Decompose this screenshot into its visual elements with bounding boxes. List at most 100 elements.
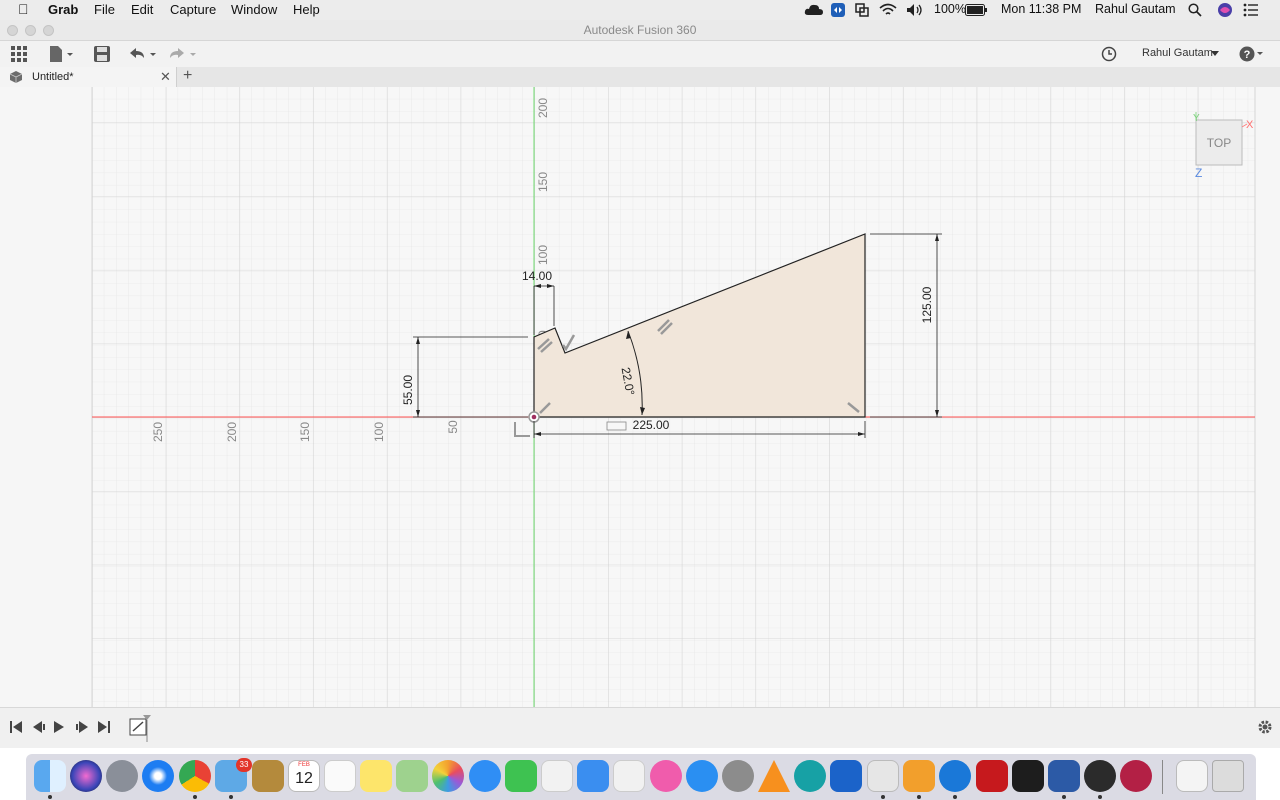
cloud-icon[interactable]: [804, 2, 824, 18]
numbers-icon[interactable]: [613, 760, 645, 792]
notification-center-icon[interactable]: [1243, 3, 1259, 17]
acrobat-icon[interactable]: [976, 760, 1008, 792]
timeline-controls: [10, 721, 110, 733]
volume-icon[interactable]: [905, 2, 925, 18]
running-indicator: [881, 795, 885, 799]
close-tab-icon[interactable]: ✕: [160, 69, 171, 85]
x-app-icon[interactable]: [1084, 760, 1116, 792]
trash-icon[interactable]: [1212, 760, 1244, 792]
calendar-icon[interactable]: FEB 12: [288, 760, 320, 792]
calendar-month: FEB: [298, 762, 310, 768]
view-cube-face-label[interactable]: TOP: [1207, 136, 1231, 150]
spotlight-search-icon[interactable]: [1188, 3, 1202, 17]
help-icon[interactable]: ?: [1238, 45, 1266, 63]
window-titlebar: Autodesk Fusion 360: [0, 20, 1280, 41]
photos-icon[interactable]: [432, 760, 464, 792]
bbedit-icon[interactable]: [830, 760, 862, 792]
dimension-top-width-value[interactable]: 14.00: [522, 269, 552, 283]
redo-icon[interactable]: [168, 45, 200, 63]
word-icon[interactable]: [1048, 760, 1080, 792]
view-cube-z-label: Z: [1195, 166, 1202, 180]
documents-stack-icon[interactable]: [1176, 760, 1208, 792]
keynote-icon[interactable]: [577, 760, 609, 792]
reminders-icon[interactable]: [324, 760, 356, 792]
textedit-icon[interactable]: [541, 760, 573, 792]
grab-icon[interactable]: [867, 760, 899, 792]
calendar-day: 12: [295, 770, 313, 787]
notes-icon[interactable]: [360, 760, 392, 792]
siri-app-icon[interactable]: [70, 760, 102, 792]
dock-divider: [1162, 760, 1163, 794]
undo-icon[interactable]: [128, 45, 160, 63]
menu-help[interactable]: Help: [293, 2, 320, 17]
system-preferences-icon[interactable]: [722, 760, 754, 792]
document-tabbar: Untitled* ✕ +: [0, 67, 1280, 88]
file-menu-icon[interactable]: [48, 45, 76, 63]
play-icon[interactable]: [54, 721, 64, 733]
ruler-label-x-200: 200: [225, 422, 239, 442]
menu-window[interactable]: Window: [231, 2, 277, 17]
vlc-icon[interactable]: [758, 760, 790, 792]
ruler-label-x-100: 100: [372, 422, 386, 442]
launchpad-icon[interactable]: [106, 760, 138, 792]
new-tab-icon[interactable]: +: [183, 67, 192, 85]
facetime-icon[interactable]: [505, 760, 537, 792]
view-cube-y-label: Y: [1193, 113, 1200, 124]
anaconda-icon[interactable]: [1120, 760, 1152, 792]
dimension-left-height-value[interactable]: 55.00: [401, 375, 415, 405]
chrome-icon[interactable]: [179, 760, 211, 792]
apple-menu-icon[interactable]: : [18, 1, 29, 17]
ruler-label-y-200: 200: [536, 98, 550, 118]
messages-icon[interactable]: [469, 760, 501, 792]
arduino-icon[interactable]: [794, 760, 826, 792]
wifi-icon[interactable]: [878, 2, 898, 18]
menu-edit[interactable]: Edit: [131, 2, 153, 17]
ruler-label-y-100: 100: [536, 245, 550, 265]
app-store-icon[interactable]: [686, 760, 718, 792]
ruler-label-y-150: 150: [536, 172, 550, 192]
dimension-right-height-value[interactable]: 125.00: [920, 286, 934, 323]
itunes-icon[interactable]: [650, 760, 682, 792]
contacts-icon[interactable]: [252, 760, 284, 792]
design-cube-icon: [9, 71, 23, 83]
timeline-settings-gear-icon[interactable]: [1256, 718, 1274, 736]
menu-file[interactable]: File: [94, 2, 115, 17]
teamviewer-icon[interactable]: [830, 2, 846, 18]
app-menu-grab[interactable]: Grab: [48, 2, 78, 17]
battery-icon[interactable]: [965, 4, 987, 16]
go-to-start-icon[interactable]: [10, 721, 22, 733]
menubar-user[interactable]: Rahul Gautam: [1095, 2, 1176, 16]
timeline-sketch-feature-icon[interactable]: [128, 714, 154, 742]
data-panel-grid-icon[interactable]: [10, 45, 28, 63]
finder-icon[interactable]: [34, 760, 66, 792]
job-status-clock-icon[interactable]: [1100, 45, 1118, 63]
clock[interactable]: Mon 11:38 PM: [1001, 2, 1081, 16]
step-back-icon[interactable]: [33, 721, 45, 733]
terminal-icon[interactable]: [1012, 760, 1044, 792]
siri-icon[interactable]: [1217, 2, 1233, 18]
svg-text:?: ?: [1244, 49, 1251, 61]
step-forward-icon[interactable]: [76, 721, 88, 733]
sync-icon[interactable]: [854, 2, 870, 18]
chevron-down-icon[interactable]: [1211, 51, 1219, 57]
safari-icon[interactable]: [142, 760, 174, 792]
maps-icon[interactable]: [396, 760, 428, 792]
user-account-menu[interactable]: Rahul Gautam: [1142, 47, 1213, 59]
window-title: Autodesk Fusion 360: [583, 23, 697, 37]
sketch-viewport[interactable]: 200 150 100 50 250 200 150 100 50 14.00: [0, 87, 1280, 707]
dimension-bottom-width-value[interactable]: 225.00: [633, 418, 670, 432]
mail-badge: 33: [236, 758, 252, 772]
teamviewer-app-icon[interactable]: [939, 760, 971, 792]
ruler-label-x-250: 250: [151, 422, 165, 442]
document-tab[interactable]: Untitled* ✕: [0, 67, 177, 87]
mac-menubar:  Grab File Edit Capture Window Help 100…: [0, 0, 1280, 21]
go-to-end-icon[interactable]: [98, 721, 110, 733]
linear-dimension-icon: [606, 421, 627, 431]
save-icon[interactable]: [93, 45, 111, 63]
running-indicator: [229, 795, 233, 799]
menu-capture[interactable]: Capture: [170, 2, 216, 17]
fusion-360-icon[interactable]: [903, 760, 935, 792]
running-indicator: [917, 795, 921, 799]
running-indicator: [1062, 795, 1066, 799]
design-canvas[interactable]: 200 150 100 50 250 200 150 100 50 14.00: [0, 87, 1280, 707]
